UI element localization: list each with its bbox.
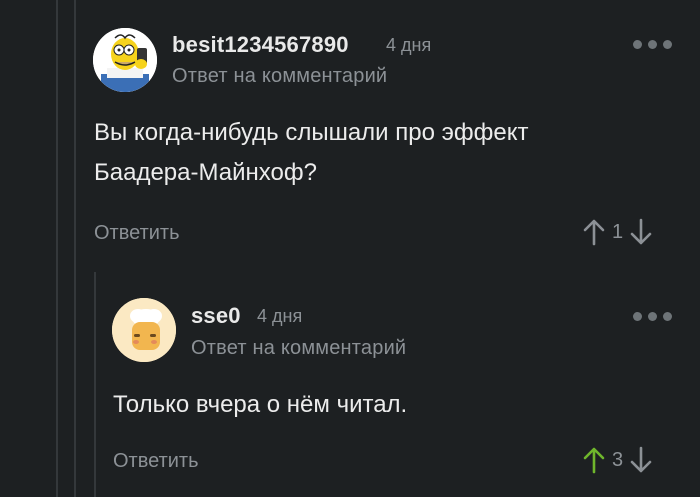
- dot-icon: [633, 312, 642, 321]
- simpsons-character-avatar-icon: [93, 28, 157, 92]
- dot-icon: [648, 312, 657, 321]
- thread-line: [74, 0, 76, 497]
- comment-text: Вы когда-нибудь слышали про эффект Бааде…: [94, 113, 528, 193]
- downvote-arrow-icon[interactable]: [629, 446, 653, 474]
- cute-chef-avatar-icon: [112, 298, 176, 362]
- reply-to-link[interactable]: Ответ на комментарий: [191, 337, 406, 360]
- rating-count: 1: [612, 220, 624, 243]
- author-name[interactable]: besit1234567890: [172, 32, 349, 58]
- dot-icon: [663, 312, 672, 321]
- more-options-button[interactable]: [633, 40, 672, 49]
- avatar[interactable]: [93, 28, 157, 92]
- avatar[interactable]: [112, 298, 176, 362]
- reply-button[interactable]: Ответить: [113, 450, 199, 473]
- more-options-button[interactable]: [633, 312, 672, 321]
- dot-icon: [648, 40, 657, 49]
- comment-text-line: Только вчера о нём читал.: [113, 391, 408, 418]
- downvote-arrow-icon[interactable]: [629, 218, 653, 246]
- vote-controls: 3: [582, 446, 653, 474]
- upvote-arrow-icon[interactable]: [582, 218, 606, 246]
- comment-text-line: Баадера-Майнхоф?: [94, 159, 317, 186]
- dot-icon: [633, 40, 642, 49]
- comment-text: Только вчера о нём читал.: [113, 385, 407, 425]
- author-name[interactable]: sse0: [191, 303, 241, 329]
- dot-icon: [663, 40, 672, 49]
- reply-to-link[interactable]: Ответ на комментарий: [172, 65, 387, 88]
- comment-time: 4 дня: [257, 306, 303, 326]
- rating-count: 3: [612, 448, 624, 471]
- reply-button[interactable]: Ответить: [94, 222, 180, 245]
- upvote-arrow-icon[interactable]: [582, 446, 606, 474]
- thread-line: [56, 0, 58, 497]
- comment-time: 4 дня: [386, 35, 432, 55]
- thread-line-nested: [94, 272, 96, 497]
- comment-text-line: Вы когда-нибудь слышали про эффект: [94, 119, 529, 146]
- vote-controls: 1: [582, 218, 653, 246]
